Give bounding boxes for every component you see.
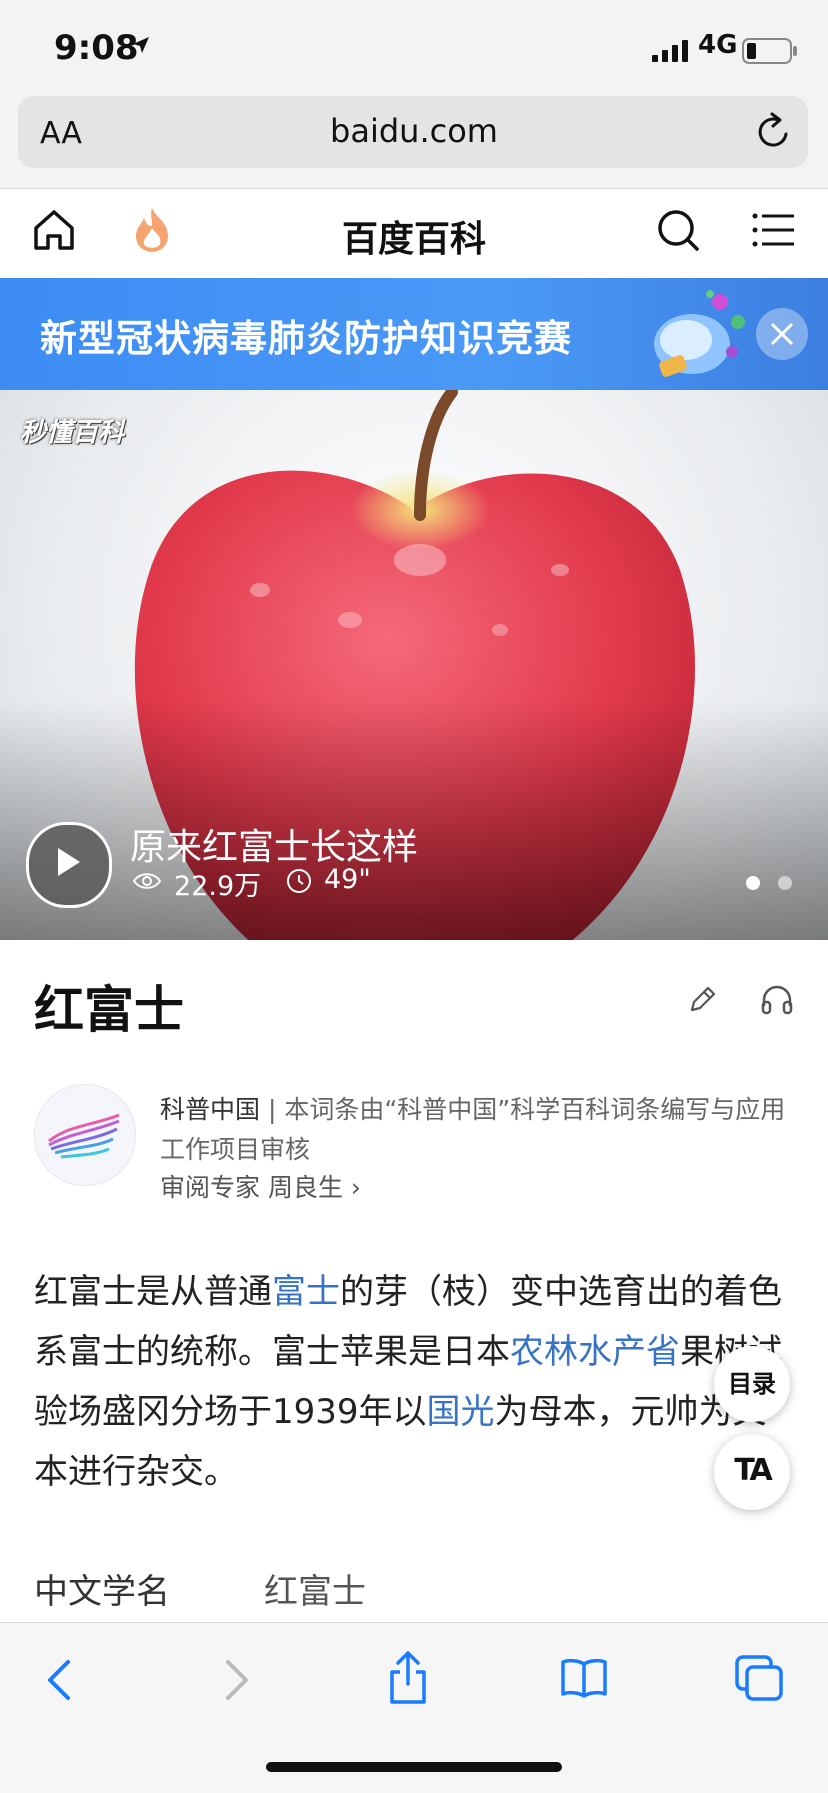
banner-text[interactable]: 新型冠状病毒肺炎防护知识竞赛 bbox=[40, 308, 572, 362]
cellular-signal-icon bbox=[652, 40, 688, 62]
banner-close-button[interactable] bbox=[756, 308, 808, 360]
video-watermark: 秒懂百科 bbox=[20, 418, 125, 448]
video-duration: 49" bbox=[324, 864, 371, 895]
font-size-label[interactable]: TA bbox=[714, 1453, 790, 1488]
entry-title: 红富士 bbox=[34, 981, 184, 1039]
toc-label[interactable]: 目录 bbox=[714, 1364, 790, 1399]
info-value-chinese-name: 红富士 bbox=[264, 1572, 366, 1612]
reviewer-link[interactable]: 审阅专家 周良生 › bbox=[160, 1168, 361, 1204]
summary-text: 红富士是从普通 bbox=[34, 1272, 272, 1312]
reload-icon[interactable] bbox=[756, 112, 792, 150]
clock-icon bbox=[287, 869, 311, 893]
review-org-text: 科普中国 | 本词条由“科普中国”科学百科词条编写与应用工作项目审核 bbox=[160, 1090, 790, 1170]
entry-summary: 红富士是从普通富士的芽（枝）变中选育出的着色系富士的统称。富士苹果是日本农林水产… bbox=[34, 1262, 794, 1502]
url-text[interactable]: baidu.com bbox=[0, 112, 828, 150]
kepu-logo-graphic bbox=[48, 1113, 120, 1159]
carousel-dot-active[interactable] bbox=[746, 876, 760, 890]
link-fuji[interactable]: 富士 bbox=[272, 1272, 340, 1312]
link-ralls-janet[interactable]: 国光 bbox=[427, 1392, 495, 1432]
search-icon[interactable] bbox=[656, 208, 700, 252]
battery-icon bbox=[742, 38, 797, 64]
share-icon[interactable] bbox=[386, 1650, 430, 1706]
bookmarks-icon[interactable] bbox=[560, 1656, 608, 1700]
home-indicator[interactable] bbox=[266, 1762, 562, 1772]
edit-pencil-icon[interactable] bbox=[686, 984, 718, 1016]
link-maff[interactable]: 农林水产省 bbox=[510, 1332, 680, 1372]
kepu-china-logo[interactable] bbox=[34, 1084, 136, 1186]
tabs-icon[interactable] bbox=[734, 1654, 784, 1702]
site-title: 百度百科 bbox=[341, 219, 486, 260]
video-title[interactable]: 原来红富士长这样 bbox=[130, 818, 418, 870]
close-icon bbox=[770, 322, 794, 346]
play-icon bbox=[58, 848, 80, 876]
forward-icon[interactable] bbox=[218, 1658, 254, 1702]
headphones-icon[interactable] bbox=[760, 984, 794, 1016]
location-arrow-icon bbox=[133, 37, 149, 53]
status-time: 9:08 bbox=[54, 28, 139, 68]
org-name[interactable]: 科普中国 bbox=[160, 1095, 260, 1124]
view-count: 22.9万 bbox=[174, 871, 262, 902]
menu-icon[interactable] bbox=[752, 212, 796, 248]
back-icon[interactable] bbox=[42, 1658, 78, 1702]
eye-icon bbox=[132, 873, 162, 889]
boxing-glove-virus-illustration bbox=[654, 290, 745, 377]
carousel-dot[interactable] bbox=[778, 876, 792, 890]
info-label-chinese-name: 中文学名 bbox=[34, 1572, 170, 1612]
play-button[interactable] bbox=[26, 822, 112, 908]
network-type: 4G bbox=[698, 30, 738, 60]
